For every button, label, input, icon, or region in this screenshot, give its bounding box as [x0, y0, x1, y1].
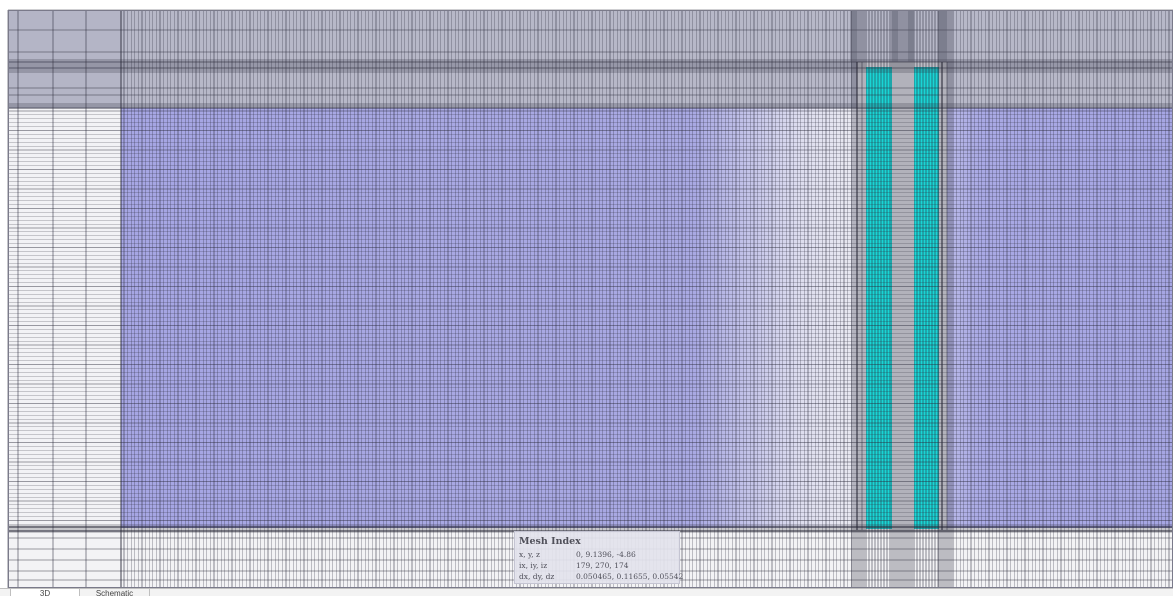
tooltip-value: 0, 9.1396, -4.86 — [576, 550, 636, 559]
tooltip-row-xyz: x, y, z 0, 9.1396, -4.86 — [519, 549, 675, 560]
tooltip-value: 0.050465, 0.11655, 0.05542 — [576, 572, 684, 581]
tooltip-label: x, y, z — [519, 550, 540, 559]
mesh-index-tooltip: Mesh Index x, y, z 0, 9.1396, -4.86 ix, … — [514, 531, 683, 584]
tab-3d[interactable]: 3D — [10, 589, 80, 596]
tab-schematic[interactable]: Schematic — [80, 589, 150, 596]
view-tab-bar: 3D Schematic — [0, 588, 1173, 596]
tooltip-title: Mesh Index — [519, 536, 581, 547]
tooltip-row-index: ix, iy, iz 179, 270, 174 — [519, 560, 675, 571]
mesh-dense-band — [908, 10, 914, 62]
mesh-dense-band — [939, 10, 947, 62]
mesh-viewport[interactable]: Mesh Index x, y, z 0, 9.1396, -4.86 ix, … — [0, 0, 1173, 588]
tooltip-row-delta: dx, dy, dz 0.050465, 0.11655, 0.05542 — [519, 571, 683, 582]
tooltip-label: dx, dy, dz — [519, 572, 555, 581]
tooltip-label: ix, iy, iz — [519, 561, 548, 570]
top-cladding-region-left — [8, 10, 121, 108]
mesh-grid-view[interactable] — [0, 0, 1173, 588]
mesh-dense-band — [850, 10, 857, 62]
tooltip-value: 179, 270, 174 — [576, 561, 629, 570]
mesh-dense-band — [892, 10, 898, 62]
